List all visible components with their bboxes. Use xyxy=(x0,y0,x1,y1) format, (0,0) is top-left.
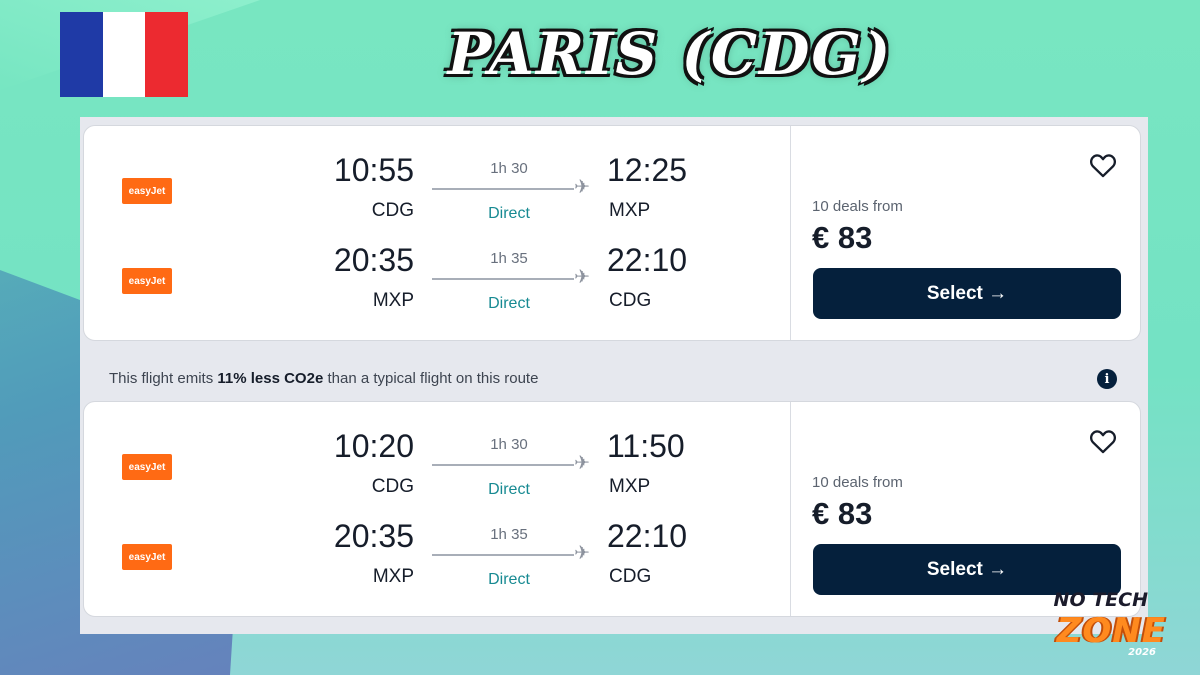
plane-icon: ✈ xyxy=(574,543,590,564)
arrival-time: 22:10 xyxy=(607,242,688,278)
plane-icon: ✈ xyxy=(574,177,590,198)
select-button[interactable]: Select → xyxy=(813,268,1121,319)
flight-leg-return: easyJet 20:35 MXP 1h 35 ✈ Direct 22:10 C… xyxy=(84,512,790,602)
arrival-airport: CDG xyxy=(609,566,652,587)
results-panel: easyJet 10:55 CDG 1h 30 ✈ Direct 12:25 M… xyxy=(80,117,1148,634)
route-line xyxy=(432,554,574,556)
deals-count: 10 deals from xyxy=(812,198,903,215)
departure-airport: CDG xyxy=(371,476,414,497)
info-icon[interactable]: i xyxy=(1097,369,1117,389)
card-divider xyxy=(790,402,791,616)
emissions-banner: This flight emits 11% less CO2e than a t… xyxy=(80,364,1148,394)
route-line xyxy=(432,278,574,280)
flight-duration: 1h 35 xyxy=(490,526,528,543)
airline-logo: easyJet xyxy=(122,268,172,294)
arrival-airport: MXP xyxy=(609,200,651,221)
flight-leg-return: easyJet 20:35 MXP 1h 35 ✈ Direct 22:10 C… xyxy=(84,236,790,326)
departure-time: 20:35 xyxy=(333,242,414,278)
flight-leg-outbound: easyJet 10:55 CDG 1h 30 ✈ Direct 12:25 M… xyxy=(84,146,790,236)
emissions-suffix: than a typical flight on this route xyxy=(323,370,539,387)
logo-line-1: NO TECH xyxy=(1053,589,1148,611)
flag-stripe-white xyxy=(102,12,146,97)
logo-line-2: ZONE xyxy=(1056,611,1166,651)
stops-label: Direct xyxy=(488,205,530,222)
flight-result-card[interactable]: easyJet 10:20 CDG 1h 30 ✈ Direct 11:50 M… xyxy=(83,401,1141,617)
departure-time: 10:55 xyxy=(333,152,414,188)
select-button[interactable]: Select → xyxy=(813,544,1121,595)
flight-duration: 1h 35 xyxy=(490,250,528,267)
route-line xyxy=(432,188,574,190)
departure-airport: MXP xyxy=(372,290,414,311)
deals-count: 10 deals from xyxy=(812,474,903,491)
departure-airport: CDG xyxy=(371,200,414,221)
plane-icon: ✈ xyxy=(574,267,590,288)
plane-icon: ✈ xyxy=(574,453,590,474)
stops-label: Direct xyxy=(488,295,530,312)
departure-time: 10:20 xyxy=(333,428,414,464)
arrival-time: 22:10 xyxy=(607,518,688,554)
price: € 83 xyxy=(812,496,873,531)
arrival-airport: CDG xyxy=(609,290,652,311)
flag-stripe-blue xyxy=(60,12,103,97)
emissions-text: This flight emits 11% less CO2e than a t… xyxy=(109,370,538,387)
page-title: PARIS (CDG) xyxy=(447,20,893,88)
no-tech-zone-logo: NO TECH ZONE 2026 xyxy=(1018,589,1188,661)
airline-logo: easyJet xyxy=(122,178,172,204)
arrival-time: 12:25 xyxy=(607,152,688,188)
departure-time: 20:35 xyxy=(333,518,414,554)
flag-stripe-red xyxy=(145,12,189,97)
flight-duration: 1h 30 xyxy=(490,160,528,177)
airline-logo: easyJet xyxy=(122,454,172,480)
france-flag xyxy=(60,12,189,97)
logo-year: 2026 xyxy=(1128,647,1156,658)
heart-icon[interactable] xyxy=(1088,150,1118,180)
flight-leg-outbound: easyJet 10:20 CDG 1h 30 ✈ Direct 11:50 M… xyxy=(84,422,790,512)
flight-duration: 1h 30 xyxy=(490,436,528,453)
stops-label: Direct xyxy=(488,481,530,498)
emissions-prefix: This flight emits xyxy=(109,370,218,387)
card-divider xyxy=(790,126,791,340)
flight-result-card[interactable]: easyJet 10:55 CDG 1h 30 ✈ Direct 12:25 M… xyxy=(83,125,1141,341)
departure-airport: MXP xyxy=(372,566,414,587)
stops-label: Direct xyxy=(488,571,530,588)
route-line xyxy=(432,464,574,466)
price: € 83 xyxy=(812,220,873,255)
heart-icon[interactable] xyxy=(1088,426,1118,456)
airline-logo: easyJet xyxy=(122,544,172,570)
emissions-highlight: 11% less CO2e xyxy=(217,370,324,387)
arrival-time: 11:50 xyxy=(607,428,685,464)
arrival-airport: MXP xyxy=(609,476,651,497)
